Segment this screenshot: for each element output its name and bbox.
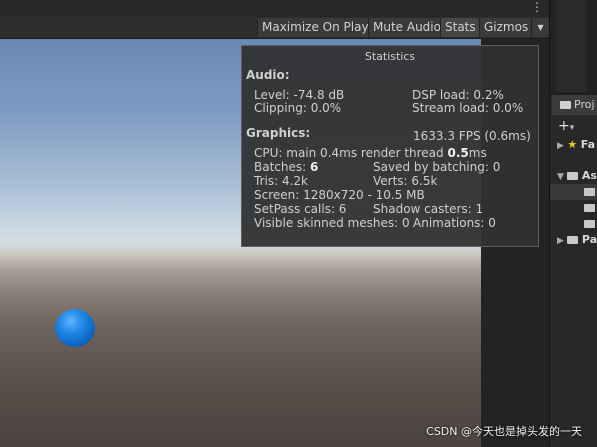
audio-clipping: Clipping: 0.0% bbox=[254, 101, 342, 115]
asset-folder-row[interactable] bbox=[550, 200, 597, 216]
folder-open-icon bbox=[567, 172, 579, 180]
asset-folder-row[interactable] bbox=[550, 184, 597, 200]
favorites-label: Fa bbox=[580, 138, 596, 151]
project-panel: Proj +▾ ▶ ★ Fa ▼ As ▶ Pa bbox=[549, 95, 597, 447]
gizmos-toggle[interactable]: Gizmos bbox=[479, 18, 531, 37]
game-view: ⋮ Maximize On Play Mute Audio Stats Gizm… bbox=[0, 0, 549, 447]
maximize-on-play-toggle[interactable]: Maximize On Play bbox=[257, 18, 368, 37]
statistics-title: Statistics bbox=[364, 50, 416, 63]
stream-load: Stream load: 0.0% bbox=[412, 101, 524, 115]
game-view-toolbar: Maximize On Play Mute Audio Stats Gizmos… bbox=[0, 17, 549, 39]
statistics-panel: Statistics Audio: Level: -74.8 dB DSP lo… bbox=[241, 45, 539, 247]
cpu-main: CPU: main 0.4ms bbox=[254, 146, 358, 160]
mute-audio-toggle[interactable]: Mute Audio bbox=[368, 18, 440, 37]
stats-toggle[interactable]: Stats bbox=[440, 18, 479, 37]
audio-level: Level: -74.8 dB bbox=[254, 88, 345, 102]
assets-label: As bbox=[581, 169, 597, 182]
expand-arrow-icon: ▶ bbox=[557, 141, 564, 151]
tris-count: Tris: 4.2k bbox=[254, 174, 308, 188]
verts-count: Verts: 6.5k bbox=[373, 174, 438, 188]
setpass-calls: SetPass calls: 6 bbox=[254, 202, 347, 216]
inspector-inner bbox=[556, 0, 586, 92]
audio-header: Audio: bbox=[246, 68, 290, 82]
plus-icon: + bbox=[558, 118, 570, 134]
favorites-row[interactable]: ▶ ★ Fa bbox=[550, 137, 597, 153]
batches-value: 6 bbox=[310, 160, 319, 174]
render-thread-value: 0.5 bbox=[447, 146, 469, 160]
more-menu-icon[interactable]: ⋮ bbox=[531, 0, 543, 15]
inspector-area bbox=[549, 0, 597, 92]
tab-project[interactable]: Proj bbox=[552, 95, 597, 115]
dsp-load: DSP load: 0.2% bbox=[412, 88, 504, 102]
fps-readout: 1633.3 FPS (0.6ms) bbox=[413, 129, 531, 143]
render-thread-label: render thread bbox=[360, 146, 444, 160]
render-thread-unit: ms bbox=[468, 146, 487, 160]
star-icon: ★ bbox=[567, 138, 578, 151]
dropdown-arrow-icon: ▾ bbox=[569, 123, 575, 133]
batches-readout: Batches: 6 bbox=[254, 160, 318, 174]
folder-icon bbox=[560, 101, 571, 109]
graphics-header: Graphics: bbox=[246, 126, 311, 140]
assets-row[interactable]: ▼ As bbox=[550, 168, 597, 184]
editor-side-panel: Proj +▾ ▶ ★ Fa ▼ As ▶ Pa bbox=[549, 0, 597, 447]
packages-row[interactable]: ▶ Pa bbox=[550, 232, 597, 248]
tab-project-label: Proj bbox=[574, 98, 595, 111]
blue-sphere bbox=[55, 309, 95, 347]
folder-icon bbox=[584, 220, 595, 228]
add-asset-button[interactable]: +▾ bbox=[550, 118, 597, 134]
visible-skinned-meshes: Visible skinned meshes: 0 bbox=[254, 216, 410, 230]
game-view-topbar: ⋮ bbox=[0, 0, 549, 17]
packages-label: Pa bbox=[581, 233, 597, 246]
animations-count: Animations: 0 bbox=[413, 216, 496, 230]
folder-icon bbox=[584, 204, 595, 212]
collapse-arrow-icon: ▼ bbox=[557, 172, 564, 182]
cpu-readout: CPU: main 0.4ms render thread 0.5ms bbox=[254, 146, 487, 160]
expand-arrow-icon: ▶ bbox=[557, 236, 564, 246]
shadow-casters: Shadow casters: 1 bbox=[373, 202, 484, 216]
saved-by-batching: Saved by batching: 0 bbox=[373, 160, 501, 174]
watermark-text: CSDN @今天也是掉头发的一天 bbox=[426, 425, 582, 438]
folder-icon bbox=[584, 188, 595, 196]
folder-icon bbox=[567, 236, 579, 244]
batches-label: Batches: bbox=[254, 160, 307, 174]
asset-folder-row[interactable] bbox=[550, 216, 597, 232]
screen-info: Screen: 1280x720 - 10.5 MB bbox=[254, 188, 425, 202]
gizmos-dropdown-icon[interactable]: ▾ bbox=[531, 18, 549, 37]
